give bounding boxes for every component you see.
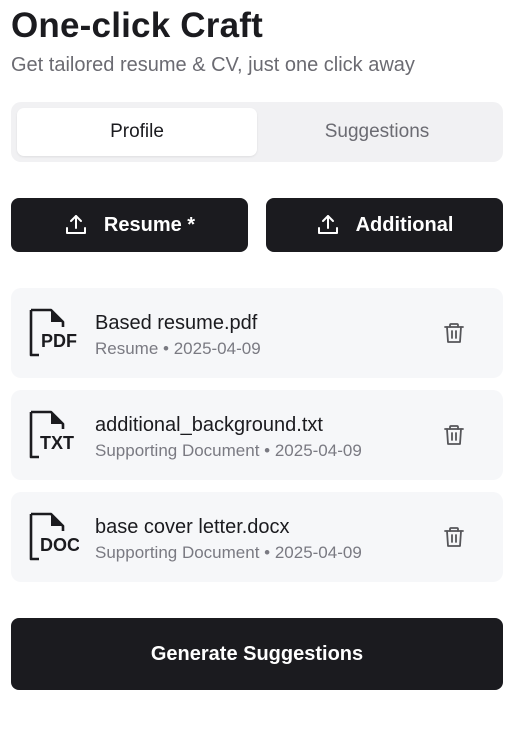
upload-icon xyxy=(316,213,340,237)
app-title: One-click Craft xyxy=(11,6,263,45)
file-type-label: TXT xyxy=(40,433,74,453)
upload-resume-label: Resume * xyxy=(103,213,196,236)
generate-suggestions-button[interactable]: Generate Suggestions xyxy=(11,618,503,690)
upload-icon xyxy=(64,213,88,237)
file-meta: Resume • 2025-04-09 xyxy=(95,339,261,358)
upload-additional-label: Additional xyxy=(355,213,454,236)
trash-icon[interactable] xyxy=(442,423,466,447)
pdf-file-icon: PDF xyxy=(29,308,77,357)
file-name: base cover letter.docx xyxy=(95,516,290,538)
file-type-label: DOC xyxy=(40,535,79,555)
file-type-label: PDF xyxy=(41,331,77,351)
tab-suggestions[interactable]: Suggestions xyxy=(257,108,497,156)
file-name: Based resume.pdf xyxy=(95,312,258,334)
file-meta: Supporting Document • 2025-04-09 xyxy=(95,441,362,460)
tab-bar: Profile Suggestions xyxy=(11,102,503,162)
trash-icon[interactable] xyxy=(442,321,466,345)
file-item: DOC base cover letter.docx Supporting Do… xyxy=(11,492,503,582)
upload-buttons: Resume * Additional xyxy=(11,198,503,252)
trash-icon[interactable] xyxy=(442,525,466,549)
doc-file-icon: DOC xyxy=(29,512,79,561)
file-meta: Supporting Document • 2025-04-09 xyxy=(95,543,362,562)
upload-additional-button[interactable]: Additional xyxy=(266,198,503,252)
app-subtitle: Get tailored resume & CV, just one click… xyxy=(11,54,415,76)
file-item: TXT additional_background.txt Supporting… xyxy=(11,390,503,480)
file-item: PDF Based resume.pdf Resume • 2025-04-09 xyxy=(11,288,503,378)
txt-file-icon: TXT xyxy=(29,410,74,459)
upload-resume-button[interactable]: Resume * xyxy=(11,198,248,252)
file-name: additional_background.txt xyxy=(95,414,323,436)
file-list: PDF Based resume.pdf Resume • 2025-04-09… xyxy=(11,288,503,594)
tab-profile[interactable]: Profile xyxy=(17,108,257,156)
